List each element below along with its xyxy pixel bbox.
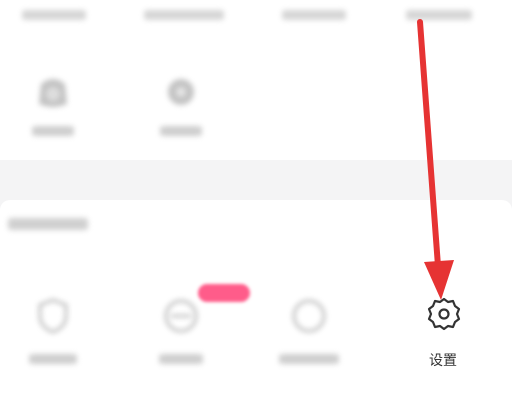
blurred-grid-item[interactable] [8, 64, 98, 144]
blurred-grid-item[interactable] [136, 64, 226, 144]
section-title-blurred [8, 218, 88, 234]
settings-item[interactable]: 设置 [404, 296, 482, 376]
new-badge [198, 284, 250, 302]
top-card [0, 0, 512, 160]
settings-label: 设置 [429, 353, 457, 369]
gear-icon [427, 297, 461, 331]
blurred-grid-item[interactable] [264, 296, 354, 376]
blurred-grid-item[interactable] [136, 296, 226, 376]
blurred-grid-item[interactable] [8, 296, 98, 376]
